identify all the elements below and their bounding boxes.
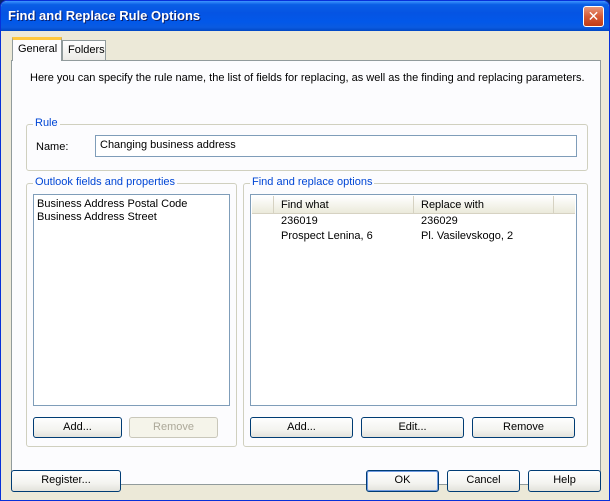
- find-cell: 236019: [281, 215, 318, 227]
- header-spacer: [252, 196, 274, 214]
- remove-field-button[interactable]: Remove: [129, 417, 218, 438]
- find-replace-group-title: Find and replace options: [250, 176, 375, 188]
- title-bar[interactable]: Find and Replace Rule Options ✕: [1, 1, 609, 31]
- fields-listbox[interactable]: Business Address Postal Code Business Ad…: [33, 194, 230, 406]
- register-button[interactable]: Register...: [11, 470, 121, 492]
- column-find-what[interactable]: Find what: [274, 196, 414, 214]
- find-cell: Prospect Lenina, 6: [281, 230, 373, 242]
- outlook-fields-group-title: Outlook fields and properties: [33, 176, 178, 188]
- rule-name-value: Changing business address: [100, 139, 236, 151]
- listview-header: Find what Replace with: [252, 196, 575, 214]
- column-replace-with[interactable]: Replace with: [414, 196, 554, 214]
- table-row[interactable]: 236019 236029: [252, 215, 575, 228]
- rule-name-input[interactable]: Changing business address: [95, 135, 577, 157]
- add-option-button[interactable]: Add...: [250, 417, 353, 438]
- dialog-window: Find and Replace Rule Options ✕ General …: [0, 0, 610, 501]
- tab-folders-label: Folders: [68, 44, 105, 56]
- tab-general-label: General: [18, 43, 58, 55]
- rule-group: Rule Name: Changing business address: [26, 117, 588, 171]
- edit-option-button[interactable]: Edit...: [361, 417, 464, 438]
- general-tab-panel: Here you can specify the rule name, the …: [11, 60, 601, 485]
- help-button[interactable]: Help: [528, 470, 601, 492]
- tab-general[interactable]: General: [12, 37, 62, 61]
- rule-group-title: Rule: [33, 117, 60, 129]
- table-row[interactable]: Prospect Lenina, 6 Pl. Vasilevskogo, 2: [252, 230, 575, 243]
- window-title: Find and Replace Rule Options: [8, 8, 201, 23]
- list-item[interactable]: Business Address Street: [34, 211, 229, 224]
- outlook-fields-group: Outlook fields and properties Business A…: [26, 176, 237, 447]
- description-text: Here you can specify the rule name, the …: [30, 72, 585, 84]
- name-label: Name:: [36, 141, 69, 153]
- dialog-client-area: General Folders Here you can specify the…: [4, 31, 606, 499]
- replace-cell: 236029: [421, 215, 458, 227]
- find-replace-group: Find and replace options Find what Repla…: [243, 176, 588, 447]
- replace-cell: Pl. Vasilevskogo, 2: [421, 230, 514, 242]
- ok-button[interactable]: OK: [366, 470, 439, 492]
- remove-option-button[interactable]: Remove: [472, 417, 575, 438]
- cancel-button[interactable]: Cancel: [447, 470, 520, 492]
- add-field-button[interactable]: Add...: [33, 417, 122, 438]
- tab-folders[interactable]: Folders: [62, 40, 106, 60]
- close-button[interactable]: ✕: [583, 6, 604, 27]
- find-replace-listview[interactable]: Find what Replace with 236019 236029 Pro…: [250, 194, 577, 406]
- close-icon: ✕: [587, 8, 600, 24]
- list-item[interactable]: Business Address Postal Code: [34, 198, 229, 211]
